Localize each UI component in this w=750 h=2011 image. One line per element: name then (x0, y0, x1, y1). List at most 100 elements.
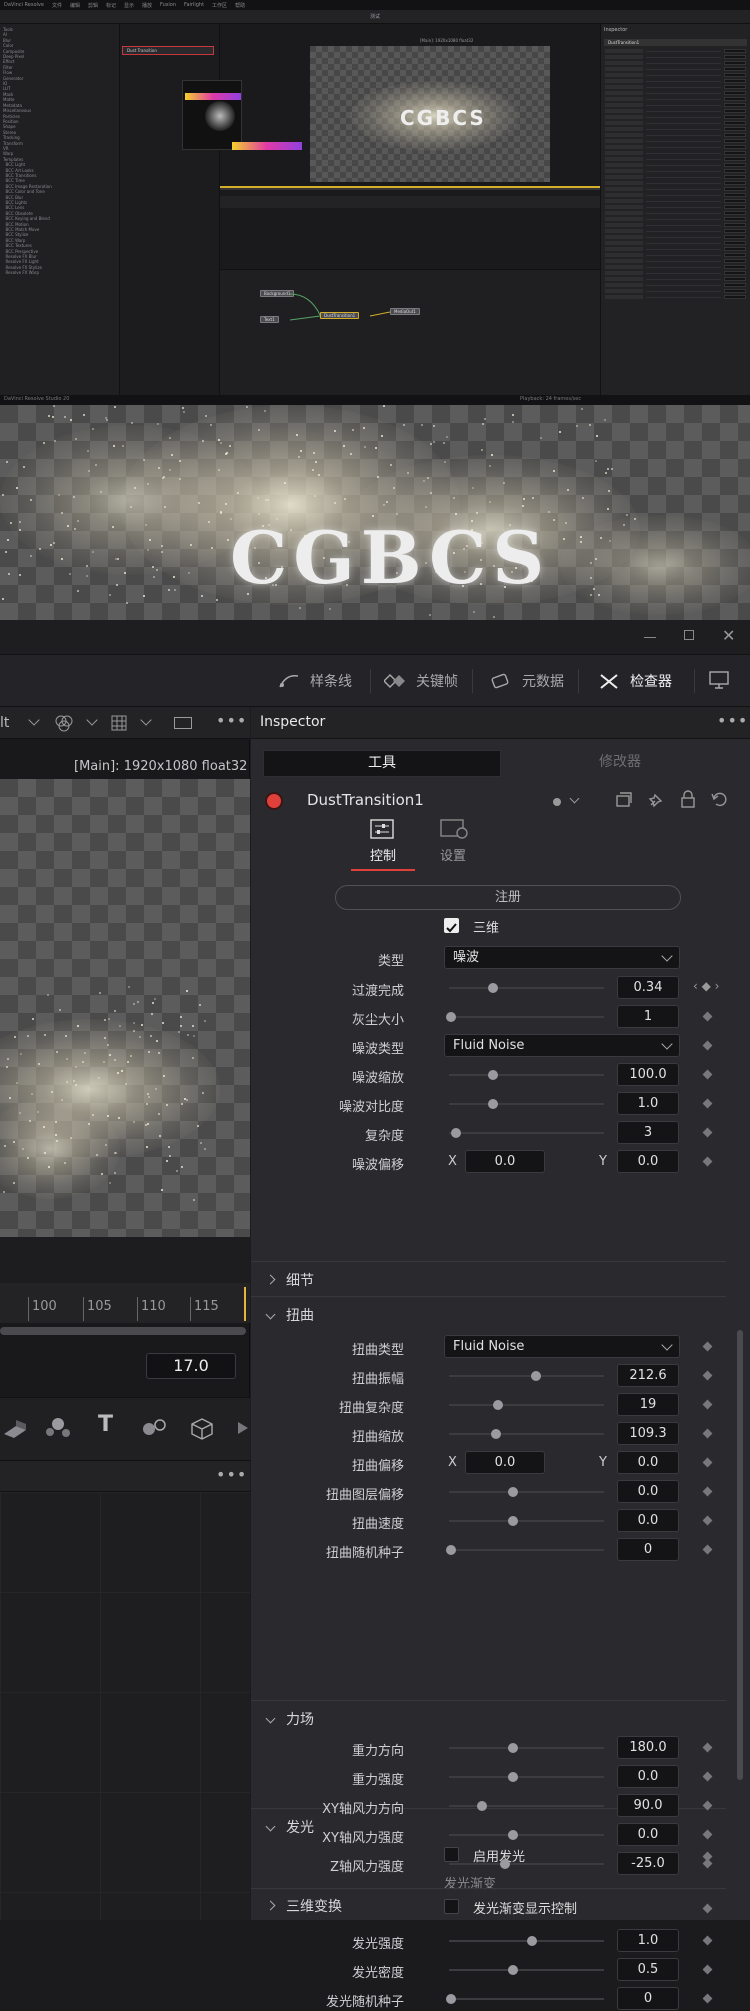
spline-button[interactable]: 样条线 (278, 655, 352, 707)
param-value-field[interactable]: 0.5 (617, 1958, 679, 1981)
keyframe-diamond-icon[interactable] (703, 1099, 713, 1109)
reset-icon[interactable] (710, 790, 728, 808)
shape-3d-icon[interactable] (2, 1416, 28, 1440)
chevron-down-icon[interactable] (28, 714, 39, 725)
slider-knob[interactable] (527, 1936, 537, 1946)
param-value-field[interactable]: -25.0 (617, 1852, 679, 1875)
param-value-field[interactable]: 1 (617, 1005, 679, 1028)
param-value-field[interactable]: 1.0 (617, 1092, 679, 1115)
metadata-button[interactable]: 元数据 (490, 655, 564, 707)
more-options-icon[interactable]: ••• (717, 711, 748, 730)
menu-item[interactable]: 播放 (142, 2, 152, 8)
node-editor[interactable]: Background1 Text1 DustTransition1 MediaO… (220, 269, 600, 395)
param-slider[interactable] (449, 1520, 604, 1522)
slider-knob[interactable] (491, 1429, 501, 1439)
menu-item[interactable]: 显示 (124, 2, 134, 8)
param-dropdown[interactable]: Fluid Noise (444, 1335, 680, 1358)
param-slider[interactable] (449, 1549, 604, 1551)
minimize-icon[interactable] (644, 637, 656, 638)
menu-item[interactable]: 标记 (106, 2, 116, 8)
merge-3d-icon[interactable] (140, 1416, 168, 1438)
slider-knob[interactable] (508, 1772, 518, 1782)
keyframe-diamond-icon[interactable] (703, 1157, 713, 1167)
param-value-field[interactable]: 19 (617, 1393, 679, 1416)
viewer-canvas[interactable] (0, 779, 250, 1237)
tab-modifiers[interactable]: 修改器 (503, 750, 737, 777)
timeline-ruler[interactable]: 100 105 110 115 (0, 1283, 250, 1323)
param-value-field[interactable]: 0 (617, 1538, 679, 1561)
node-color-icon[interactable] (553, 798, 561, 806)
param-dropdown[interactable]: Fluid Noise (444, 1034, 680, 1057)
inspector-button[interactable]: 检查器 (598, 655, 672, 707)
keyframe-diamond-icon[interactable] (703, 1458, 713, 1468)
keyframes-button[interactable]: 关键帧 (384, 655, 458, 707)
keyframe-diamond-icon[interactable] (703, 1545, 713, 1555)
param-value-field[interactable]: 100.0 (617, 1063, 679, 1086)
param-slider[interactable] (449, 1433, 604, 1435)
grid-icon[interactable] (110, 714, 128, 732)
param-slider[interactable] (449, 1834, 604, 1836)
menu-item[interactable]: 剪辑 (88, 2, 98, 8)
x-value-field[interactable]: 0.0 (465, 1451, 545, 1474)
keyframe-diamond-icon[interactable] (703, 1965, 713, 1975)
keyframe-diamond-icon[interactable] (703, 1128, 713, 1138)
slider-knob[interactable] (446, 1545, 456, 1555)
menu-item[interactable]: Fusion (160, 2, 176, 8)
y-value-field[interactable]: 0.0 (617, 1150, 679, 1173)
param-slider[interactable] (449, 1940, 604, 1942)
keyframe-nav-icon[interactable]: ‹ ◆ › (693, 979, 719, 993)
keyframe-diamond-icon[interactable] (703, 1400, 713, 1410)
menu-item[interactable]: Fairlight (184, 2, 204, 8)
param-slider[interactable] (449, 1776, 604, 1778)
current-frame-field[interactable]: 17.0 (146, 1353, 236, 1379)
param-slider[interactable] (449, 1491, 604, 1493)
menu-item[interactable]: 帮助 (235, 2, 245, 8)
param-slider[interactable] (449, 1969, 604, 1971)
playhead[interactable] (244, 1287, 246, 1321)
keyframe-diamond-icon[interactable] (703, 1743, 713, 1753)
param-slider[interactable] (449, 1132, 604, 1134)
slider-knob[interactable] (488, 1099, 498, 1109)
slider-knob[interactable] (500, 1859, 510, 1869)
param-value-field[interactable]: 0.0 (617, 1765, 679, 1788)
param-slider[interactable] (449, 1074, 604, 1076)
section-distort[interactable]: 扭曲 (267, 1305, 314, 1325)
text-tool-icon[interactable]: T (98, 1412, 113, 1437)
section-force[interactable]: 力场 (267, 1709, 314, 1729)
param-slider[interactable] (449, 1016, 604, 1018)
chevron-down-icon[interactable] (140, 714, 151, 725)
restore-icon[interactable] (684, 630, 694, 640)
param-value-field[interactable]: 212.6 (617, 1364, 679, 1387)
keyframe-diamond-icon[interactable] (703, 1342, 713, 1352)
slider-knob[interactable] (508, 1965, 518, 1975)
menu-item[interactable]: 文件 (52, 2, 62, 8)
versions-icon[interactable] (615, 791, 633, 809)
slider-knob[interactable] (446, 1994, 456, 2004)
slider-knob[interactable] (531, 1371, 541, 1381)
more-options-icon[interactable]: ••• (216, 1465, 247, 1484)
keyframe-diamond-icon[interactable] (703, 1429, 713, 1439)
slider-knob[interactable] (488, 983, 498, 993)
close-icon[interactable]: ✕ (722, 626, 735, 645)
slider-knob[interactable] (493, 1400, 503, 1410)
slider-knob[interactable] (477, 1801, 487, 1811)
section-detail[interactable]: 细节 (267, 1270, 314, 1290)
slider-knob[interactable] (508, 1743, 518, 1753)
subtab-controls[interactable]: 控制 (351, 817, 421, 873)
effect-item[interactable]: Dust Transition (122, 46, 214, 55)
keyframe-diamond-icon[interactable] (703, 1371, 713, 1381)
param-slider[interactable] (449, 1998, 604, 2000)
timeline-scroll[interactable] (0, 1327, 246, 1335)
param-value-field[interactable]: 0.34 (617, 976, 679, 999)
param-value-field[interactable]: 0 (617, 1987, 679, 2010)
three-d-checkbox[interactable] (444, 918, 459, 933)
slider-knob[interactable] (488, 1070, 498, 1080)
transport-bar[interactable] (220, 196, 600, 208)
param-value-field[interactable]: 180.0 (617, 1736, 679, 1759)
y-value-field[interactable]: 0.0 (617, 1451, 679, 1474)
keyframe-diamond-icon[interactable] (703, 1012, 713, 1022)
fullscreen-button[interactable] (708, 670, 730, 694)
keyframe-diamond-icon[interactable] (703, 1994, 713, 2004)
keyframe-diamond-icon[interactable] (703, 1936, 713, 1946)
keyframe-diamond-icon[interactable] (703, 1772, 713, 1782)
